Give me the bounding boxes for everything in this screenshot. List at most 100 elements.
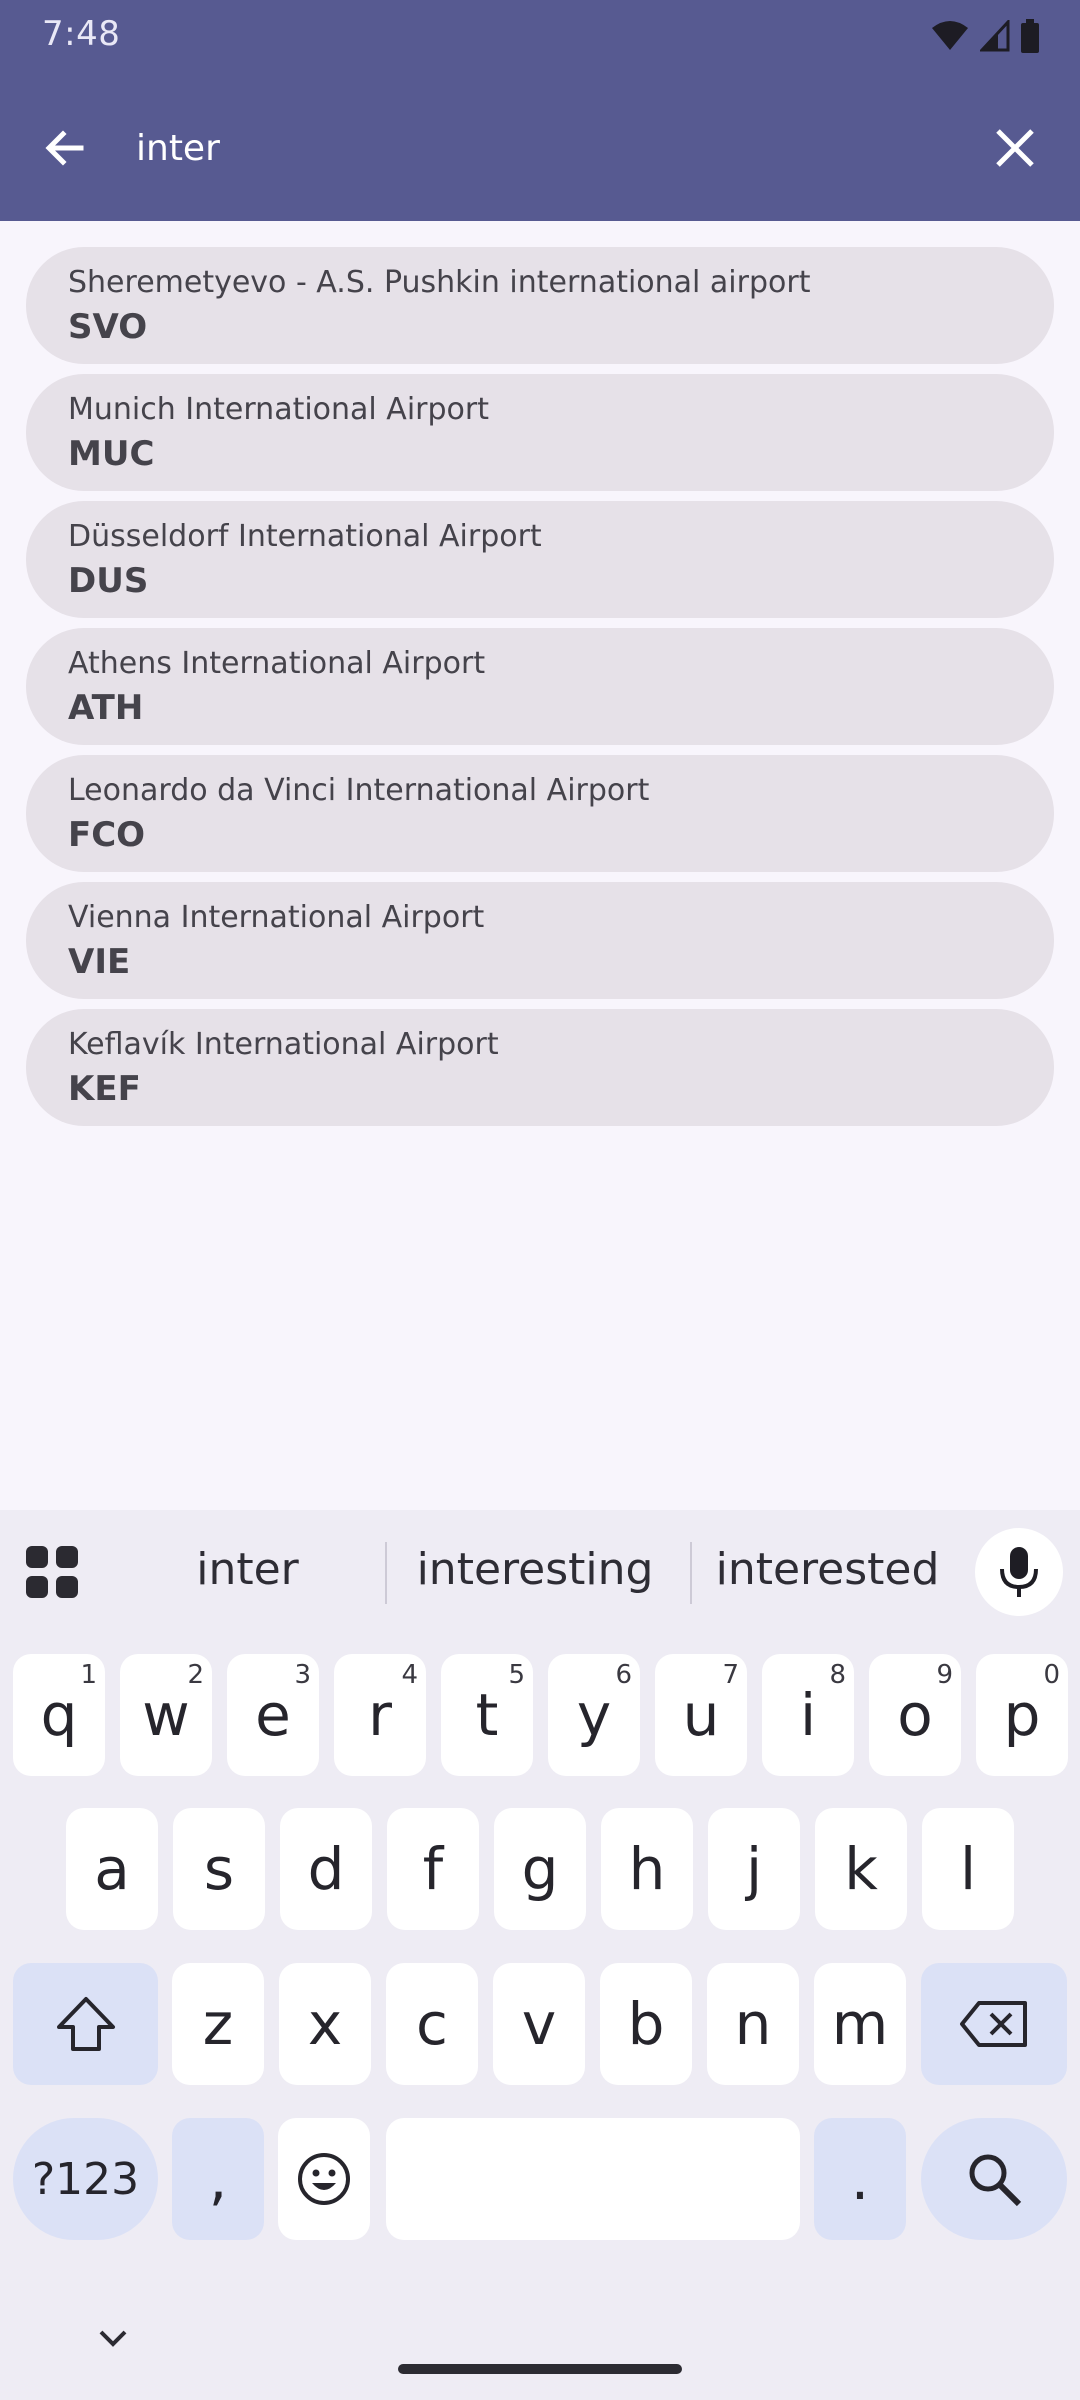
key-label: t bbox=[475, 1681, 499, 1749]
key-z[interactable]: z bbox=[172, 1963, 264, 2085]
key-x[interactable]: x bbox=[279, 1963, 371, 2085]
airport-name: Munich International Airport bbox=[68, 392, 489, 427]
key-o[interactable]: o9 bbox=[869, 1654, 961, 1776]
results-list: Sheremetyevo - A.S. Pushkin internationa… bbox=[26, 247, 1054, 1136]
airport-code: ATH bbox=[68, 688, 144, 728]
key-label: x bbox=[307, 1990, 343, 2058]
key-j[interactable]: j bbox=[708, 1808, 800, 1930]
key-number-hint: 4 bbox=[401, 1660, 418, 1690]
key-label: q bbox=[40, 1681, 78, 1749]
airport-name: Leonardo da Vinci International Airport bbox=[68, 773, 650, 808]
back-button[interactable] bbox=[30, 113, 100, 183]
result-item[interactable]: Munich International Airport MUC bbox=[26, 374, 1054, 491]
key-e[interactable]: e3 bbox=[227, 1654, 319, 1776]
key-label: l bbox=[959, 1835, 977, 1903]
signal-icon bbox=[980, 20, 1010, 52]
key-f[interactable]: f bbox=[387, 1808, 479, 1930]
hide-keyboard-chevron-icon[interactable] bbox=[95, 2320, 131, 2356]
key-q[interactable]: q1 bbox=[13, 1654, 105, 1776]
key-l[interactable]: l bbox=[922, 1808, 1014, 1930]
period-key-label: . bbox=[850, 2145, 870, 2213]
space-key[interactable] bbox=[386, 2118, 800, 2240]
search-input[interactable] bbox=[136, 118, 936, 178]
key-number-hint: 2 bbox=[187, 1660, 204, 1690]
airport-name: Sheremetyevo - A.S. Pushkin internationa… bbox=[68, 265, 811, 300]
symbols-key[interactable]: ?123 bbox=[13, 2118, 158, 2240]
result-item[interactable]: Leonardo da Vinci International Airport F… bbox=[26, 755, 1054, 872]
key-label: a bbox=[94, 1835, 130, 1903]
key-label: d bbox=[307, 1835, 345, 1903]
airport-name: Düsseldorf International Airport bbox=[68, 519, 542, 554]
shift-icon bbox=[56, 1997, 115, 2051]
key-label: y bbox=[576, 1681, 612, 1749]
key-h[interactable]: h bbox=[601, 1808, 693, 1930]
key-label: k bbox=[844, 1835, 878, 1903]
airport-code: DUS bbox=[68, 561, 149, 601]
key-label: j bbox=[745, 1835, 763, 1903]
key-k[interactable]: k bbox=[815, 1808, 907, 1930]
keyboard: inter interesting interested q1w2e3r4t5y… bbox=[0, 1510, 1080, 2400]
symbols-key-label: ?123 bbox=[31, 2153, 140, 2205]
key-label: i bbox=[799, 1681, 817, 1749]
close-icon bbox=[996, 129, 1034, 167]
key-t[interactable]: t5 bbox=[441, 1654, 533, 1776]
clear-search-button[interactable] bbox=[980, 113, 1050, 183]
key-y[interactable]: y6 bbox=[548, 1654, 640, 1776]
key-n[interactable]: n bbox=[707, 1963, 799, 2085]
airport-name: Vienna International Airport bbox=[68, 900, 485, 935]
result-item[interactable]: Düsseldorf International Airport DUS bbox=[26, 501, 1054, 618]
key-p[interactable]: p0 bbox=[976, 1654, 1068, 1776]
battery-icon bbox=[1021, 19, 1039, 53]
key-label: b bbox=[627, 1990, 665, 2058]
key-number-hint: 7 bbox=[722, 1660, 739, 1690]
key-b[interactable]: b bbox=[600, 1963, 692, 2085]
suggestion-strip: inter interesting interested bbox=[0, 1510, 1080, 1630]
result-item[interactable]: Keflavík International Airport KEF bbox=[26, 1009, 1054, 1126]
suggestion-3[interactable]: interested bbox=[700, 1540, 955, 1600]
voice-input-button[interactable] bbox=[975, 1528, 1063, 1616]
emoji-key[interactable] bbox=[278, 2118, 370, 2240]
apps-grid-icon[interactable] bbox=[22, 1542, 82, 1602]
shift-key[interactable] bbox=[13, 1963, 158, 2085]
airport-code: FCO bbox=[68, 815, 146, 855]
backspace-key[interactable] bbox=[921, 1963, 1067, 2085]
comma-key[interactable]: , bbox=[172, 2118, 264, 2240]
suggestion-2[interactable]: interesting bbox=[395, 1540, 675, 1600]
home-indicator[interactable] bbox=[398, 2364, 682, 2374]
airport-name: Keflavík International Airport bbox=[68, 1027, 499, 1062]
key-r[interactable]: r4 bbox=[334, 1654, 426, 1776]
airport-code: KEF bbox=[68, 1069, 141, 1109]
airport-name: Athens International Airport bbox=[68, 646, 486, 681]
key-label: z bbox=[202, 1990, 234, 2058]
key-w[interactable]: w2 bbox=[120, 1654, 212, 1776]
key-number-hint: 8 bbox=[829, 1660, 846, 1690]
suggestion-divider bbox=[385, 1542, 387, 1604]
comma-key-label: , bbox=[208, 2145, 228, 2213]
suggestion-1[interactable]: inter bbox=[110, 1540, 385, 1600]
key-label: m bbox=[831, 1990, 889, 2058]
key-label: v bbox=[521, 1990, 557, 2058]
key-u[interactable]: u7 bbox=[655, 1654, 747, 1776]
key-label: s bbox=[203, 1835, 235, 1903]
key-d[interactable]: d bbox=[280, 1808, 372, 1930]
key-m[interactable]: m bbox=[814, 1963, 906, 2085]
key-c[interactable]: c bbox=[386, 1963, 478, 2085]
result-item[interactable]: Sheremetyevo - A.S. Pushkin internationa… bbox=[26, 247, 1054, 364]
key-label: p bbox=[1003, 1681, 1041, 1749]
status-time: 7:48 bbox=[42, 14, 121, 54]
result-item[interactable]: Vienna International Airport VIE bbox=[26, 882, 1054, 999]
key-s[interactable]: s bbox=[173, 1808, 265, 1930]
emoji-icon bbox=[298, 2153, 350, 2205]
result-item[interactable]: Athens International Airport ATH bbox=[26, 628, 1054, 745]
key-g[interactable]: g bbox=[494, 1808, 586, 1930]
app-bar: 7:48 bbox=[0, 0, 1080, 221]
key-i[interactable]: i8 bbox=[762, 1654, 854, 1776]
key-v[interactable]: v bbox=[493, 1963, 585, 2085]
key-label: o bbox=[897, 1681, 933, 1749]
status-bar: 7:48 bbox=[0, 0, 1080, 72]
key-a[interactable]: a bbox=[66, 1808, 158, 1930]
arrow-left-icon bbox=[45, 130, 84, 166]
airport-code: SVO bbox=[68, 307, 148, 347]
search-key[interactable] bbox=[921, 2118, 1067, 2240]
period-key[interactable]: . bbox=[814, 2118, 906, 2240]
